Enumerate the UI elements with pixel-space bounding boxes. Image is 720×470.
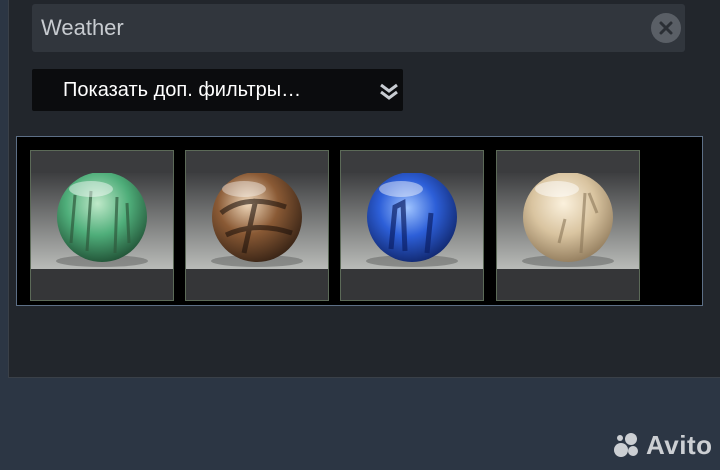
results-grid [16,136,703,306]
show-more-filters-button[interactable]: Показать доп. фильтры… [32,69,403,111]
clear-search-button[interactable] [651,13,681,43]
close-icon [659,21,673,35]
result-item-beige-orb[interactable] [496,150,640,301]
watermark-text: Avito [646,430,713,460]
brown-orb-thumbnail [186,173,328,269]
result-item-green-orb[interactable] [30,150,174,301]
beige-orb-thumbnail [497,173,639,269]
green-orb-thumbnail [31,173,173,269]
avito-logo-icon [614,433,638,457]
result-item-blue-orb[interactable] [340,150,484,301]
double-chevron-down-icon [380,83,398,100]
search-input[interactable] [32,4,632,52]
search-box[interactable] [32,4,685,52]
blue-orb-thumbnail [341,173,483,269]
result-item-brown-orb[interactable] [185,150,329,301]
show-more-filters-label: Показать доп. фильтры… [63,79,302,101]
